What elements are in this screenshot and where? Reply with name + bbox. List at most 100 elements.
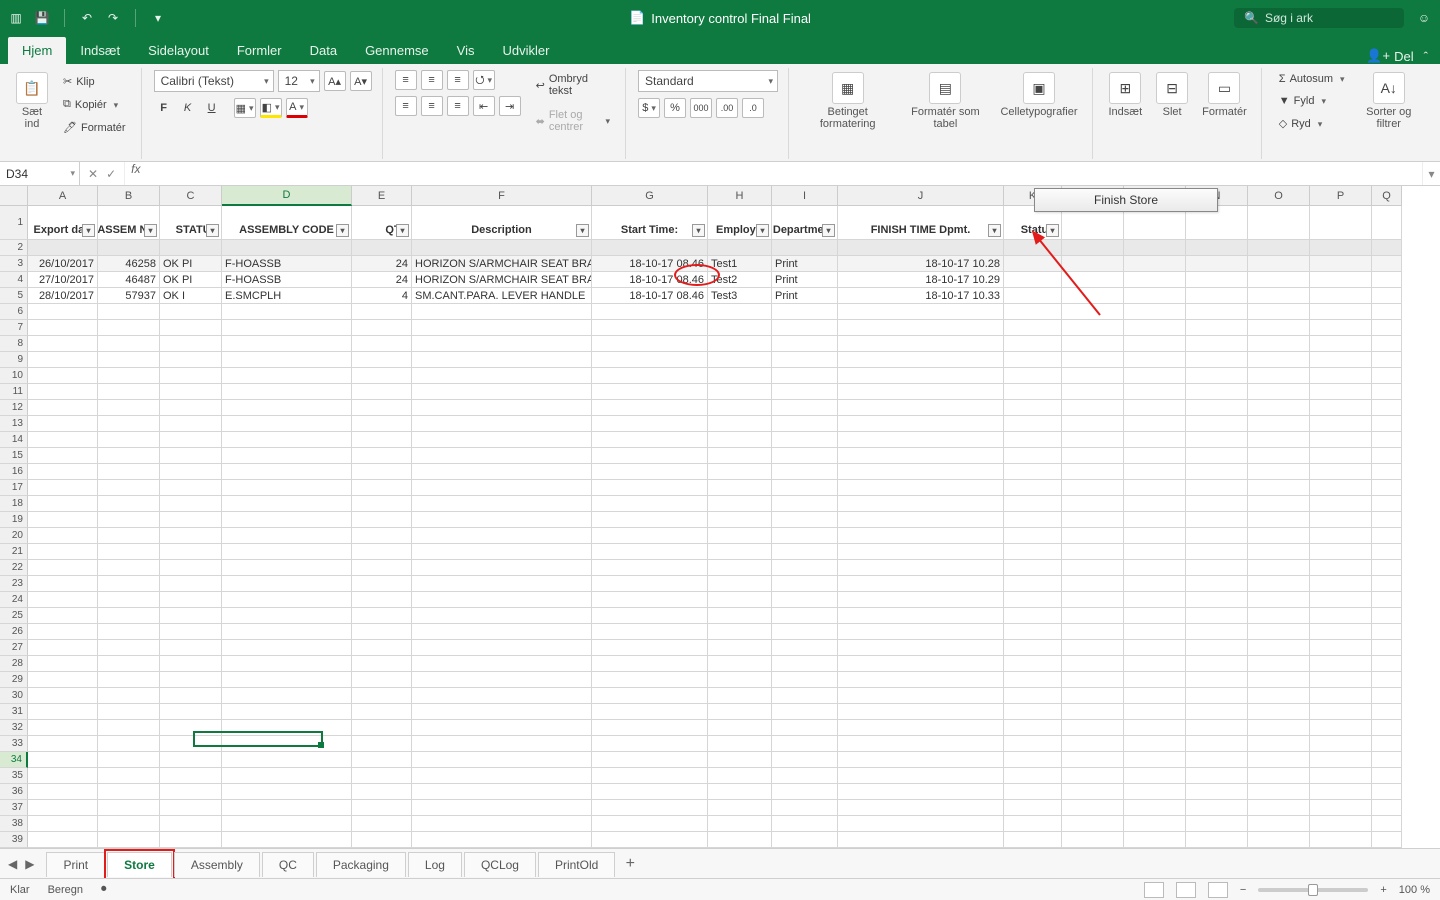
cell[interactable] (1372, 496, 1402, 512)
cell[interactable] (1004, 624, 1062, 640)
cell[interactable]: OK PI (160, 256, 222, 272)
cell[interactable] (1186, 592, 1248, 608)
cell[interactable] (1062, 640, 1124, 656)
row-header[interactable]: 22 (0, 560, 28, 576)
conditional-formatting-button[interactable]: ▦Betinget formatering (801, 70, 894, 132)
cell[interactable] (1124, 352, 1186, 368)
cell[interactable] (1124, 816, 1186, 832)
cell[interactable] (222, 592, 352, 608)
cell[interactable] (1062, 704, 1124, 720)
cell[interactable]: OK PI (160, 272, 222, 288)
cell[interactable]: 46487 (98, 272, 160, 288)
cell[interactable] (1310, 304, 1372, 320)
cell[interactable] (1004, 512, 1062, 528)
cell[interactable] (412, 672, 592, 688)
cell[interactable] (98, 816, 160, 832)
align-right-button[interactable]: ≡ (447, 96, 469, 116)
cell[interactable] (1310, 400, 1372, 416)
cell[interactable] (160, 544, 222, 560)
cell[interactable] (1248, 320, 1310, 336)
cell[interactable] (352, 512, 412, 528)
cell[interactable] (1186, 416, 1248, 432)
cell[interactable] (1310, 432, 1372, 448)
cell[interactable] (1186, 544, 1248, 560)
cell[interactable] (1124, 784, 1186, 800)
cell[interactable] (1372, 688, 1402, 704)
column-header[interactable]: F (412, 186, 592, 206)
cell[interactable] (838, 752, 1004, 768)
cell[interactable] (160, 688, 222, 704)
file-menu-icon[interactable]: ▥ (8, 10, 24, 26)
sort-filter-button[interactable]: A↓Sorter og filtrer (1356, 70, 1422, 132)
cell[interactable] (160, 496, 222, 512)
cell[interactable] (160, 720, 222, 736)
cell[interactable] (708, 416, 772, 432)
percent-button[interactable]: % (664, 98, 686, 118)
cell[interactable] (1186, 832, 1248, 848)
cell[interactable] (160, 560, 222, 576)
cell[interactable] (772, 304, 838, 320)
cell[interactable]: HORIZON S/ARMCHAIR SEAT BRACE (412, 256, 592, 272)
zoom-slider[interactable] (1258, 888, 1368, 892)
cell[interactable] (592, 576, 708, 592)
cell[interactable] (98, 752, 160, 768)
cell[interactable] (1310, 320, 1372, 336)
row-header[interactable]: 26 (0, 624, 28, 640)
cell[interactable] (1004, 688, 1062, 704)
cell[interactable] (1124, 528, 1186, 544)
cell[interactable] (28, 416, 98, 432)
cell[interactable] (222, 320, 352, 336)
cell[interactable] (28, 448, 98, 464)
cell[interactable] (592, 384, 708, 400)
cell[interactable]: Test1 (708, 256, 772, 272)
cell[interactable] (1062, 256, 1124, 272)
column-header[interactable]: H (708, 186, 772, 206)
cell[interactable] (1310, 592, 1372, 608)
column-header[interactable]: C (160, 186, 222, 206)
cell[interactable] (352, 320, 412, 336)
cell[interactable] (1124, 416, 1186, 432)
cell[interactable] (160, 624, 222, 640)
cell[interactable] (1124, 480, 1186, 496)
cell[interactable] (708, 816, 772, 832)
column-header[interactable]: J (838, 186, 1004, 206)
cell[interactable] (1004, 528, 1062, 544)
cell[interactable] (772, 320, 838, 336)
cell[interactable] (1310, 352, 1372, 368)
cell[interactable] (1186, 528, 1248, 544)
cell[interactable] (98, 352, 160, 368)
cell[interactable] (708, 544, 772, 560)
cell[interactable] (1004, 400, 1062, 416)
accept-formula-icon[interactable]: ✓ (106, 167, 116, 181)
name-box[interactable]: D34 (0, 162, 80, 185)
cell[interactable] (98, 656, 160, 672)
cell[interactable] (412, 400, 592, 416)
row-header[interactable]: 30 (0, 688, 28, 704)
cell[interactable] (1310, 816, 1372, 832)
sheet-tab-log[interactable]: Log (408, 852, 462, 877)
cell[interactable] (98, 480, 160, 496)
row-header[interactable]: 6 (0, 304, 28, 320)
ribbon-tab-indsæt[interactable]: Indsæt (66, 37, 134, 64)
cell[interactable] (838, 832, 1004, 848)
increase-indent-button[interactable]: ⇥ (499, 96, 521, 116)
cell[interactable] (1124, 640, 1186, 656)
cell[interactable] (412, 336, 592, 352)
cell[interactable] (592, 496, 708, 512)
row-header[interactable]: 3 (0, 256, 28, 272)
cell[interactable] (1062, 688, 1124, 704)
cell[interactable] (1310, 528, 1372, 544)
cell[interactable] (1004, 544, 1062, 560)
cell[interactable] (708, 688, 772, 704)
cell[interactable] (1248, 496, 1310, 512)
cell[interactable] (1372, 368, 1402, 384)
cell[interactable] (592, 656, 708, 672)
cell[interactable] (160, 512, 222, 528)
cell[interactable] (222, 512, 352, 528)
ribbon-tab-hjem[interactable]: Hjem (8, 37, 66, 64)
cell[interactable] (772, 240, 838, 256)
cell[interactable] (838, 528, 1004, 544)
cell[interactable] (708, 656, 772, 672)
cell[interactable] (412, 432, 592, 448)
cell[interactable] (1310, 832, 1372, 848)
